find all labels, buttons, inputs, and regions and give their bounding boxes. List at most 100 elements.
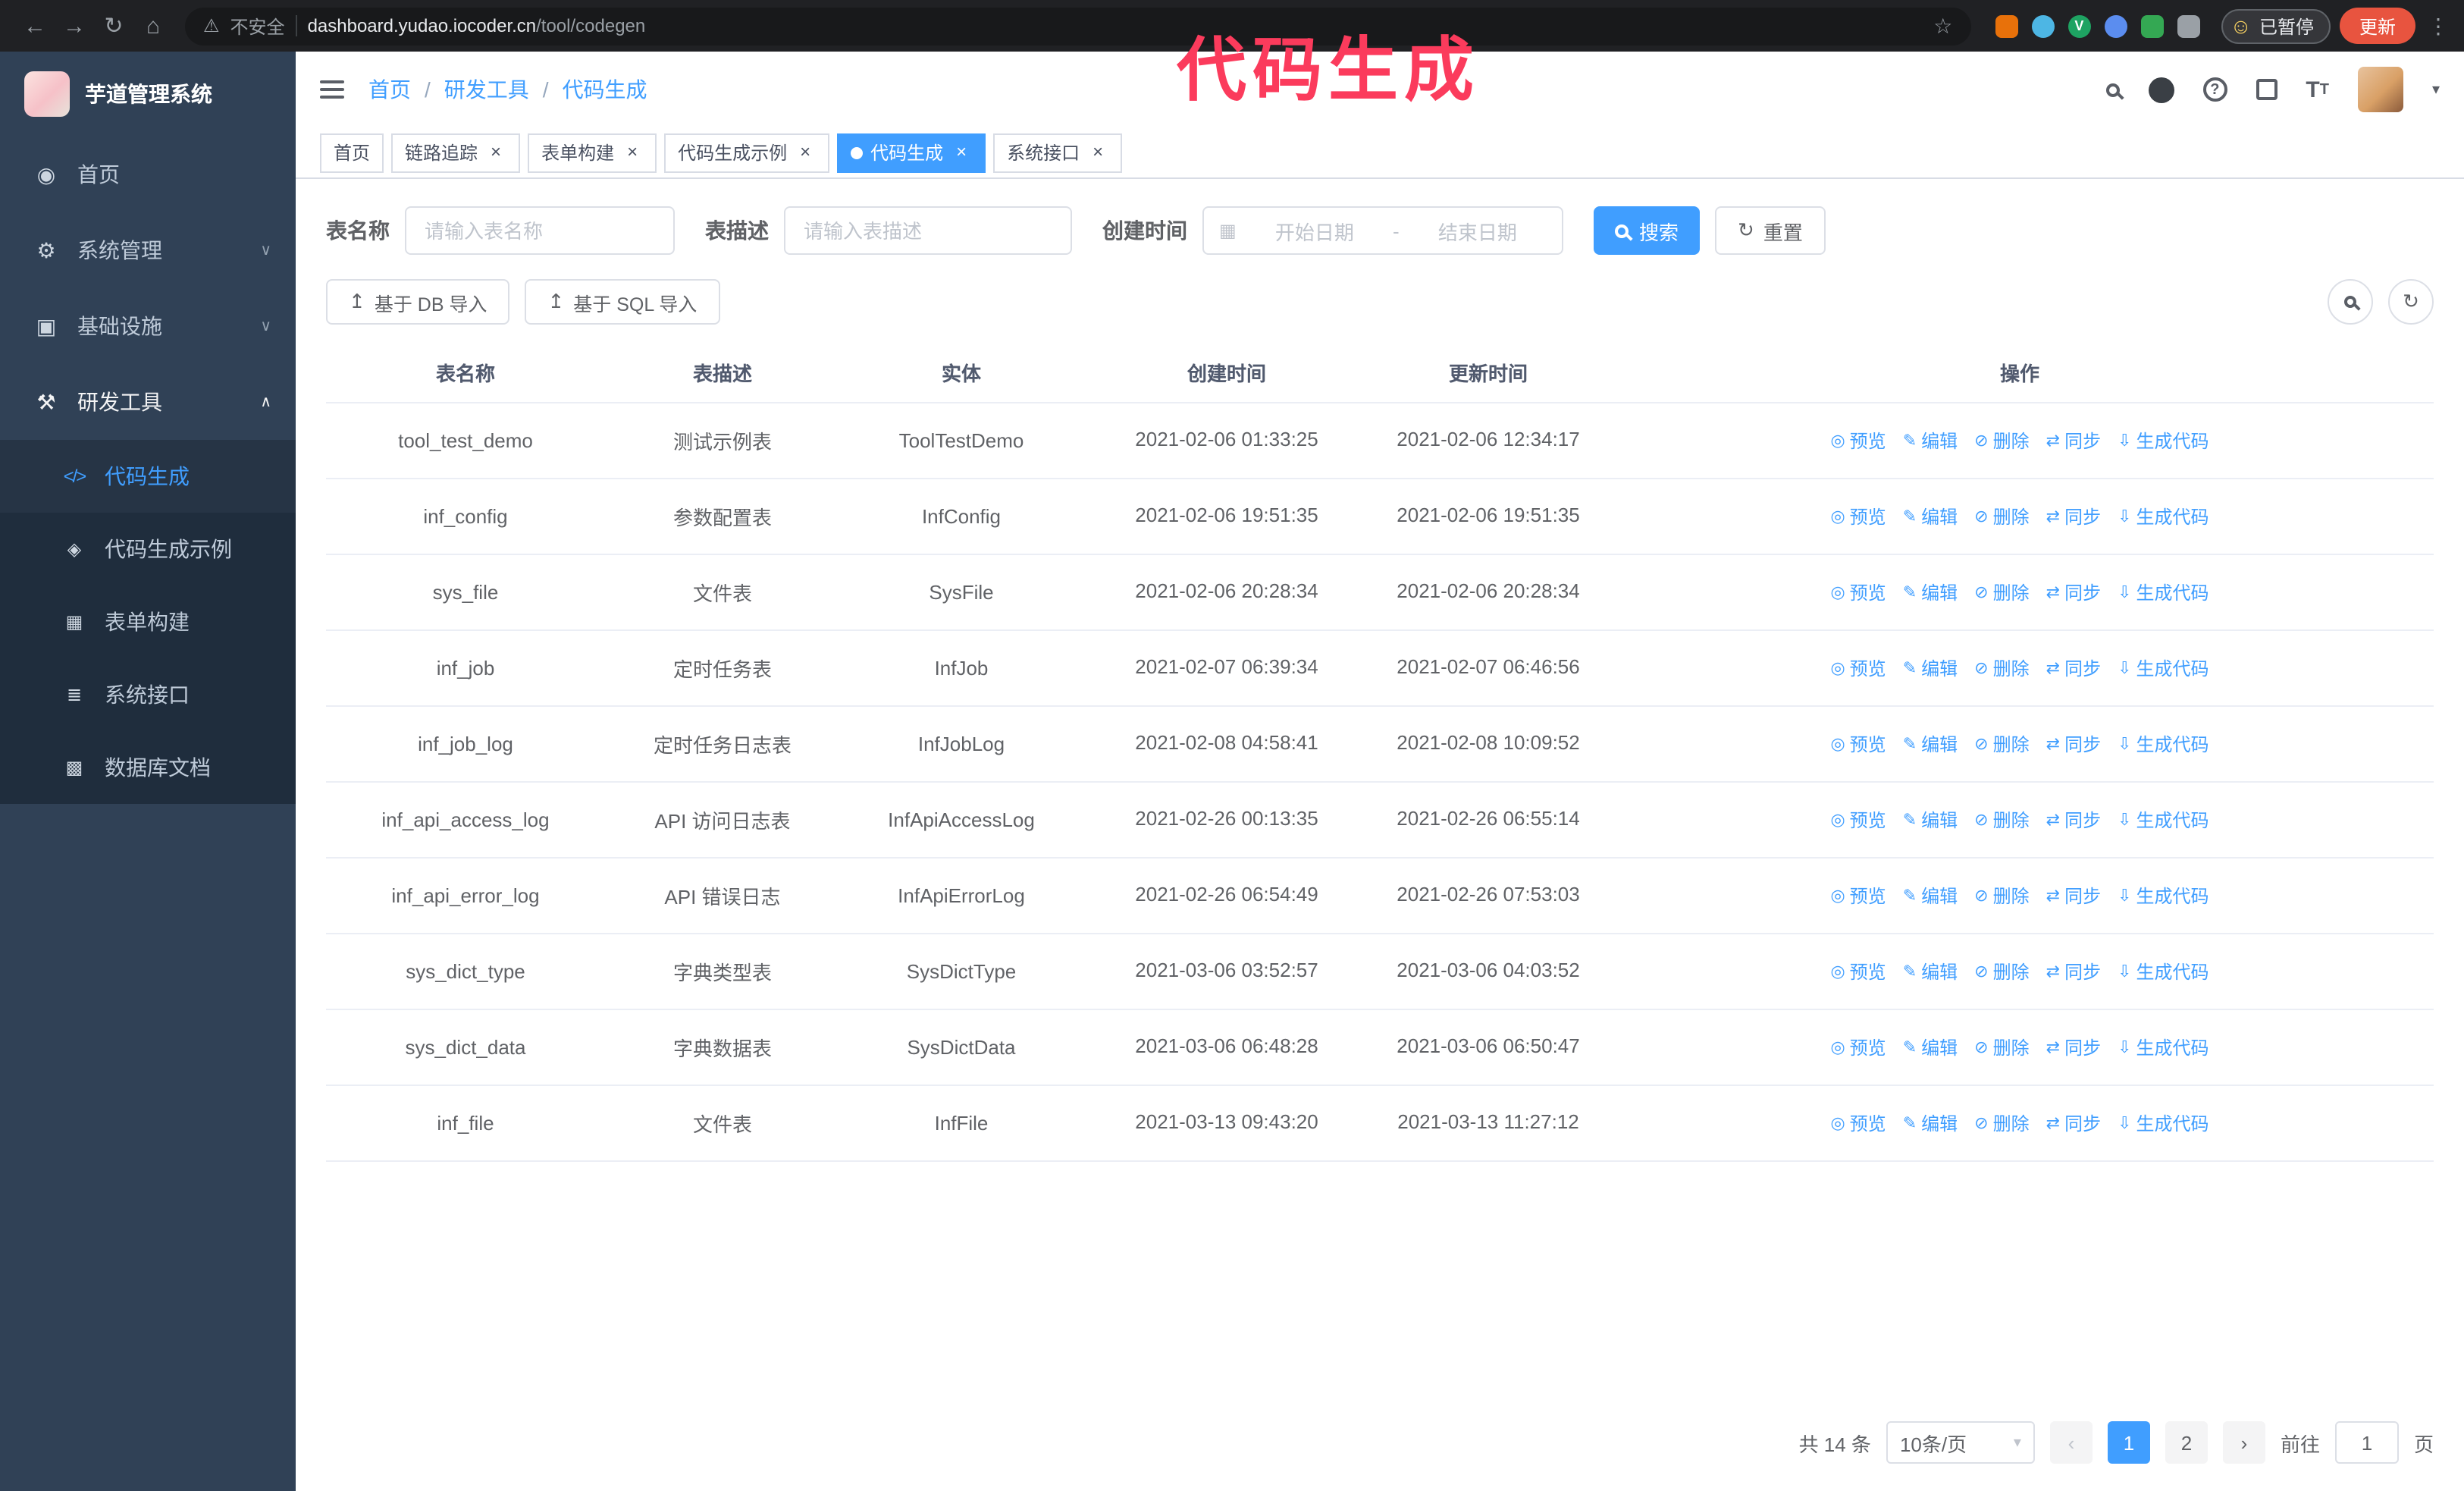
generate-code-link[interactable]: ⇩ 生成代码 xyxy=(2118,807,2209,833)
preview-link[interactable]: ◎ 预览 xyxy=(1830,959,1886,984)
home-icon[interactable]: ⌂ xyxy=(133,6,173,46)
page-button-1[interactable]: 1 xyxy=(2107,1421,2150,1464)
sync-link[interactable]: ⇄ 同步 xyxy=(2046,655,2101,681)
delete-link[interactable]: ⊘ 删除 xyxy=(1974,731,2029,757)
font-size-icon[interactable]: TT xyxy=(2306,77,2329,102)
sidebar-item-codegen-example[interactable]: ◈ 代码生成示例 xyxy=(0,513,296,585)
preview-link[interactable]: ◎ 预览 xyxy=(1830,655,1886,681)
sidebar-item-form-builder[interactable]: ▦ 表单构建 xyxy=(0,585,296,658)
extension-icon[interactable]: V xyxy=(2067,14,2091,37)
sync-link[interactable]: ⇄ 同步 xyxy=(2046,579,2101,605)
close-icon[interactable]: × xyxy=(951,141,972,163)
puzzle-icon[interactable] xyxy=(2177,14,2200,37)
sync-link[interactable]: ⇄ 同步 xyxy=(2046,1110,2101,1136)
close-icon[interactable]: × xyxy=(622,141,643,163)
search-button[interactable]: 搜索 xyxy=(1594,206,1701,255)
preview-link[interactable]: ◎ 预览 xyxy=(1830,579,1886,605)
close-icon[interactable]: × xyxy=(795,141,816,163)
date-range-picker[interactable]: ▦ 开始日期 - 结束日期 xyxy=(1202,206,1563,255)
import-db-button[interactable]: ↥ 基于 DB 导入 xyxy=(326,279,510,325)
refresh-button[interactable]: ↻ xyxy=(2388,279,2434,325)
tab-form-builder[interactable]: 表单构建 × xyxy=(528,133,657,172)
prev-page-button[interactable]: ‹ xyxy=(2049,1421,2093,1464)
forward-icon[interactable]: → xyxy=(55,6,94,46)
page-size-select[interactable]: 10条/页 ▾ xyxy=(1886,1421,2035,1464)
generate-code-link[interactable]: ⇩ 生成代码 xyxy=(2118,883,2209,909)
sidebar-item-dev-tools[interactable]: ⚒ 研发工具 ∧ xyxy=(0,364,296,440)
page-button-2[interactable]: 2 xyxy=(2165,1421,2208,1464)
help-icon[interactable]: ? xyxy=(2202,77,2227,102)
edit-link[interactable]: ✎ 编辑 xyxy=(1903,504,1958,529)
close-icon[interactable]: × xyxy=(485,141,506,163)
preview-link[interactable]: ◎ 预览 xyxy=(1830,428,1886,454)
edit-link[interactable]: ✎ 编辑 xyxy=(1903,1110,1958,1136)
sync-link[interactable]: ⇄ 同步 xyxy=(2046,428,2101,454)
goto-page-input[interactable] xyxy=(2334,1421,2399,1464)
generate-code-link[interactable]: ⇩ 生成代码 xyxy=(2118,1110,2209,1136)
profile-paused-chip[interactable]: ☺ 已暂停 xyxy=(2221,8,2331,43)
update-button[interactable]: 更新 xyxy=(2339,8,2415,44)
table-desc-input[interactable] xyxy=(784,206,1072,255)
preview-link[interactable]: ◎ 预览 xyxy=(1830,1034,1886,1060)
edit-link[interactable]: ✎ 编辑 xyxy=(1903,731,1958,757)
next-page-button[interactable]: › xyxy=(2222,1421,2265,1464)
sync-link[interactable]: ⇄ 同步 xyxy=(2046,959,2101,984)
edit-link[interactable]: ✎ 编辑 xyxy=(1903,1034,1958,1060)
tab-codegen-example[interactable]: 代码生成示例 × xyxy=(664,133,830,172)
preview-link[interactable]: ◎ 预览 xyxy=(1830,1110,1886,1136)
sync-link[interactable]: ⇄ 同步 xyxy=(2046,883,2101,909)
preview-link[interactable]: ◎ 预览 xyxy=(1830,504,1886,529)
edit-link[interactable]: ✎ 编辑 xyxy=(1903,883,1958,909)
delete-link[interactable]: ⊘ 删除 xyxy=(1974,504,2029,529)
sidebar-item-infrastructure[interactable]: ▣ 基础设施 ∨ xyxy=(0,288,296,364)
sidebar-item-codegen[interactable]: </> 代码生成 xyxy=(0,440,296,513)
delete-link[interactable]: ⊘ 删除 xyxy=(1974,579,2029,605)
extension-icon[interactable] xyxy=(1995,14,2018,37)
user-avatar[interactable] xyxy=(2357,67,2403,112)
sync-link[interactable]: ⇄ 同步 xyxy=(2046,731,2101,757)
sidebar-item-home[interactable]: ◉ 首页 xyxy=(0,137,296,212)
delete-link[interactable]: ⊘ 删除 xyxy=(1974,959,2029,984)
preview-link[interactable]: ◎ 预览 xyxy=(1830,807,1886,833)
edit-link[interactable]: ✎ 编辑 xyxy=(1903,807,1958,833)
preview-link[interactable]: ◎ 预览 xyxy=(1830,883,1886,909)
generate-code-link[interactable]: ⇩ 生成代码 xyxy=(2118,959,2209,984)
edit-link[interactable]: ✎ 编辑 xyxy=(1903,959,1958,984)
generate-code-link[interactable]: ⇩ 生成代码 xyxy=(2118,1034,2209,1060)
caret-down-icon[interactable]: ▾ xyxy=(2432,81,2440,98)
reload-icon[interactable]: ↻ xyxy=(94,6,133,46)
preview-link[interactable]: ◎ 预览 xyxy=(1830,731,1886,757)
bookmark-star-icon[interactable]: ☆ xyxy=(1933,13,1952,39)
sidebar-item-system[interactable]: ⚙ 系统管理 ∨ xyxy=(0,212,296,288)
breadcrumb-item[interactable]: 首页 xyxy=(368,74,411,105)
generate-code-link[interactable]: ⇩ 生成代码 xyxy=(2118,655,2209,681)
import-sql-button[interactable]: ↥ 基于 SQL 导入 xyxy=(525,279,720,325)
tab-trace[interactable]: 链路追踪 × xyxy=(391,133,521,172)
delete-link[interactable]: ⊘ 删除 xyxy=(1974,655,2029,681)
github-icon[interactable] xyxy=(2148,77,2174,102)
sidebar-item-api[interactable]: ≣ 系统接口 xyxy=(0,658,296,731)
toggle-search-button[interactable] xyxy=(2328,279,2373,325)
tab-codegen[interactable]: 代码生成 × xyxy=(837,133,986,172)
delete-link[interactable]: ⊘ 删除 xyxy=(1974,883,2029,909)
delete-link[interactable]: ⊘ 删除 xyxy=(1974,428,2029,454)
back-icon[interactable]: ← xyxy=(15,6,55,46)
edit-link[interactable]: ✎ 编辑 xyxy=(1903,428,1958,454)
generate-code-link[interactable]: ⇩ 生成代码 xyxy=(2118,504,2209,529)
delete-link[interactable]: ⊘ 删除 xyxy=(1974,1034,2029,1060)
sidebar-item-db-doc[interactable]: ▩ 数据库文档 xyxy=(0,731,296,804)
tab-home[interactable]: 首页 xyxy=(320,133,384,172)
tab-api[interactable]: 系统接口 × xyxy=(993,133,1123,172)
generate-code-link[interactable]: ⇩ 生成代码 xyxy=(2118,428,2209,454)
sync-link[interactable]: ⇄ 同步 xyxy=(2046,504,2101,529)
fullscreen-icon[interactable] xyxy=(2256,79,2277,100)
generate-code-link[interactable]: ⇩ 生成代码 xyxy=(2118,579,2209,605)
delete-link[interactable]: ⊘ 删除 xyxy=(1974,1110,2029,1136)
extension-icon[interactable] xyxy=(2140,14,2164,37)
search-icon[interactable] xyxy=(2105,83,2120,96)
extension-icon[interactable] xyxy=(2031,14,2055,37)
sync-link[interactable]: ⇄ 同步 xyxy=(2046,1034,2101,1060)
close-icon[interactable]: × xyxy=(1087,141,1108,163)
delete-link[interactable]: ⊘ 删除 xyxy=(1974,807,2029,833)
browser-menu-icon[interactable]: ⋮ xyxy=(2428,13,2449,39)
